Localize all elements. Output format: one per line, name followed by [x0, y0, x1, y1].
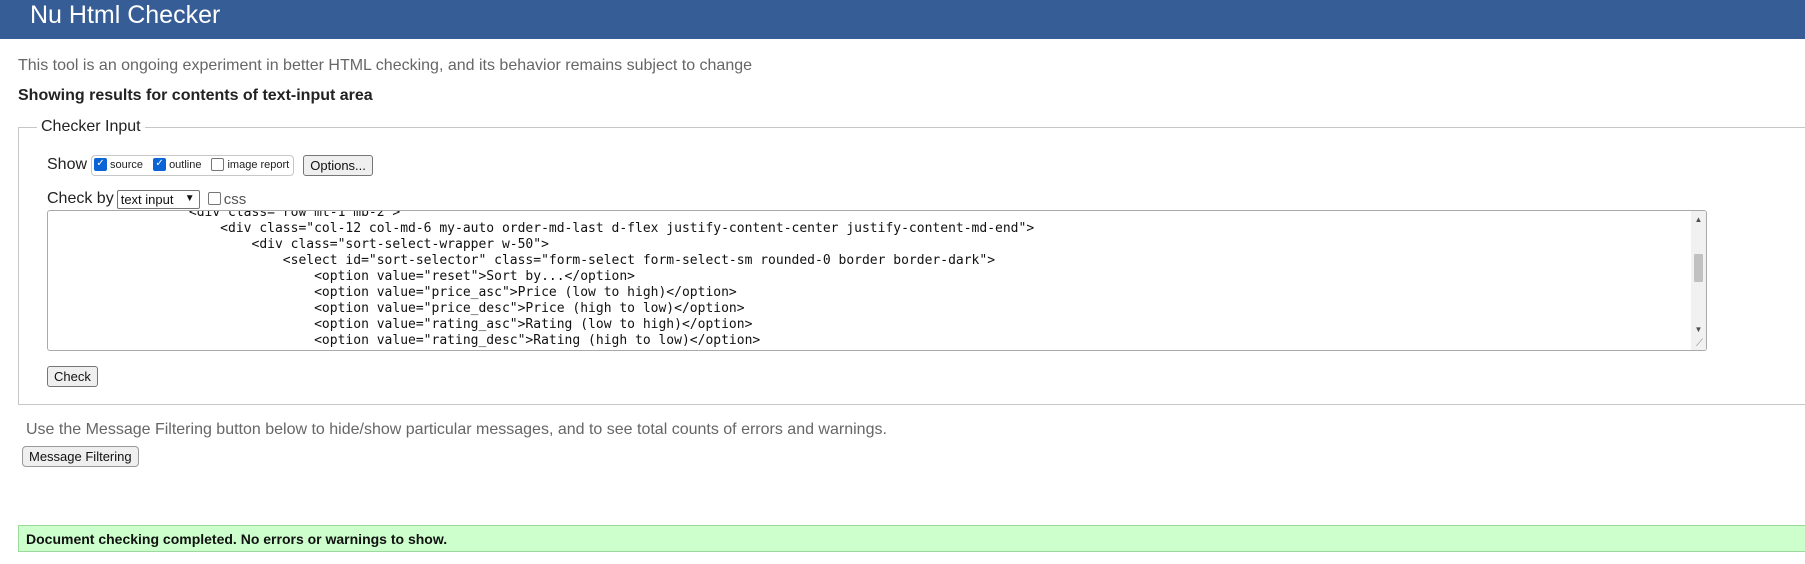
checkmark-icon: ✓: [155, 158, 164, 169]
scrollbar-thumb[interactable]: [1694, 254, 1703, 282]
source-line: <div class="sort-select-wrapper w-50">: [48, 237, 549, 252]
show-image-report-option[interactable]: image report: [211, 157, 290, 172]
source-line: <option value="price_desc">Price (high t…: [48, 301, 745, 316]
show-source-option[interactable]: ✓ source: [94, 157, 144, 172]
source-line: <option value="price_asc">Price (low to …: [48, 285, 737, 300]
filter-note: Use the Message Filtering button below t…: [26, 421, 887, 438]
checkmark-icon: ✓: [96, 158, 105, 169]
success-message: Document checking completed. No errors o…: [18, 525, 1805, 552]
textarea-scrollbar[interactable]: ▲ ▼: [1691, 211, 1706, 350]
results-heading: Showing results for contents of text-inp…: [18, 87, 373, 104]
css-option[interactable]: css: [207, 190, 247, 208]
chevron-down-icon: ▼: [184, 192, 195, 204]
image-report-option-label: image report: [227, 159, 290, 171]
options-button[interactable]: Options...: [303, 154, 373, 176]
resize-grip-icon[interactable]: ⟋: [1694, 338, 1705, 349]
check-by-selected-value: text input: [120, 191, 174, 207]
show-options-row: Show ✓ source ✓ outline image report Opt…: [47, 153, 373, 177]
outline-checkbox[interactable]: ✓: [153, 157, 167, 171]
source-option-label: source: [110, 159, 144, 171]
css-checkbox[interactable]: [207, 191, 221, 205]
show-options-group: ✓ source ✓ outline image report: [91, 154, 295, 176]
check-by-label: Check by: [47, 190, 114, 207]
page-title: Nu Html Checker: [30, 1, 221, 29]
message-filtering-button[interactable]: Message Filtering: [22, 446, 139, 467]
header-bar: Nu Html Checker: [0, 0, 1805, 39]
check-button[interactable]: Check: [47, 366, 98, 387]
source-line: <option value="rating_desc">Rating (high…: [48, 333, 761, 348]
source-line: <div class="col-12 col-md-6 my-auto orde…: [48, 221, 1035, 236]
source-line: <select id="sort-selector" class="form-s…: [48, 253, 996, 268]
image-report-checkbox[interactable]: [211, 157, 225, 171]
show-outline-option[interactable]: ✓ outline: [153, 157, 202, 172]
checker-input-legend: Checker Input: [41, 118, 141, 135]
intro-text: This tool is an ongoing experiment in be…: [18, 57, 753, 74]
source-code-lines: <div class="row mt-1 mb-2"> <div class="…: [48, 210, 1690, 349]
outline-option-label: outline: [169, 159, 202, 171]
source-line: <option value="reset">Sort by...</option…: [48, 269, 635, 284]
css-option-label: css: [223, 190, 247, 208]
triangle-up-icon[interactable]: ▲: [1691, 212, 1706, 226]
source-textarea[interactable]: <div class="row mt-1 mb-2"> <div class="…: [47, 210, 1707, 351]
source-checkbox[interactable]: ✓: [94, 157, 108, 171]
check-by-row: Check by text input ▼ css: [47, 188, 246, 210]
source-line: <option value="rating_asc">Rating (low t…: [48, 317, 753, 332]
check-by-select[interactable]: text input ▼: [116, 189, 200, 209]
triangle-down-icon[interactable]: ▼: [1691, 322, 1706, 336]
show-label: Show: [47, 156, 88, 173]
source-line: <div class="row mt-1 mb-2">: [48, 210, 401, 220]
